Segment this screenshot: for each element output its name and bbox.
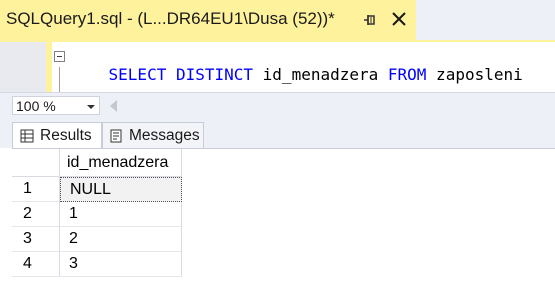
- outline-line: [59, 67, 60, 92]
- zoom-select[interactable]: 100 %: [12, 96, 100, 115]
- column-header[interactable]: id_menadzera: [60, 149, 182, 177]
- code-table: zaposleni: [426, 65, 523, 84]
- collapse-toggle-icon[interactable]: [54, 51, 65, 62]
- query-editor[interactable]: SELECT DISTINCT id_menadzera FROM zaposl…: [0, 42, 555, 92]
- tab-results[interactable]: Results: [12, 122, 102, 148]
- tab-messages[interactable]: Messages: [102, 122, 204, 148]
- row-number[interactable]: 1: [12, 177, 60, 202]
- tab-messages-label: Messages: [129, 126, 200, 144]
- grid-icon: [20, 129, 34, 142]
- zoom-value: 100 %: [16, 98, 56, 114]
- grid-cell[interactable]: 2: [60, 227, 182, 252]
- messages-icon: [110, 129, 122, 142]
- chevron-down-icon[interactable]: [87, 105, 95, 109]
- row-number[interactable]: 4: [12, 252, 60, 277]
- keyword-distinct: DISTINCT: [175, 65, 254, 84]
- results-grid[interactable]: id_menadzera 1 NULL 2 1 3 2 4 3: [12, 148, 555, 287]
- pin-icon[interactable]: [362, 12, 378, 28]
- change-indicator-bar: [46, 42, 52, 92]
- grid-corner[interactable]: [12, 149, 60, 177]
- keyword-from: FROM: [387, 65, 427, 84]
- document-tab-strip: SQLQuery1.sql - (L...DR64EU1\Dusa (52))*: [0, 0, 555, 42]
- scroll-left-icon[interactable]: [110, 100, 117, 112]
- tab-results-label: Results: [40, 126, 92, 144]
- editor-gutter: [0, 42, 46, 92]
- row-number[interactable]: 3: [12, 227, 60, 252]
- grid-cell[interactable]: 1: [60, 202, 182, 227]
- keyword-select: SELECT: [108, 65, 167, 84]
- row-number[interactable]: 2: [12, 202, 60, 227]
- grid-cell[interactable]: 3: [60, 252, 182, 277]
- document-tab-title: SQLQuery1.sql - (L...DR64EU1\Dusa (52))*: [6, 9, 335, 28]
- zoom-bar: 100 %: [0, 92, 555, 119]
- results-tab-strip: Results Messages: [0, 118, 555, 148]
- document-tab[interactable]: SQLQuery1.sql - (L...DR64EU1\Dusa (52))*: [0, 0, 416, 40]
- close-icon[interactable]: [389, 9, 409, 29]
- grid-cell[interactable]: NULL: [60, 177, 182, 202]
- code-column: id_menadzera: [253, 65, 388, 84]
